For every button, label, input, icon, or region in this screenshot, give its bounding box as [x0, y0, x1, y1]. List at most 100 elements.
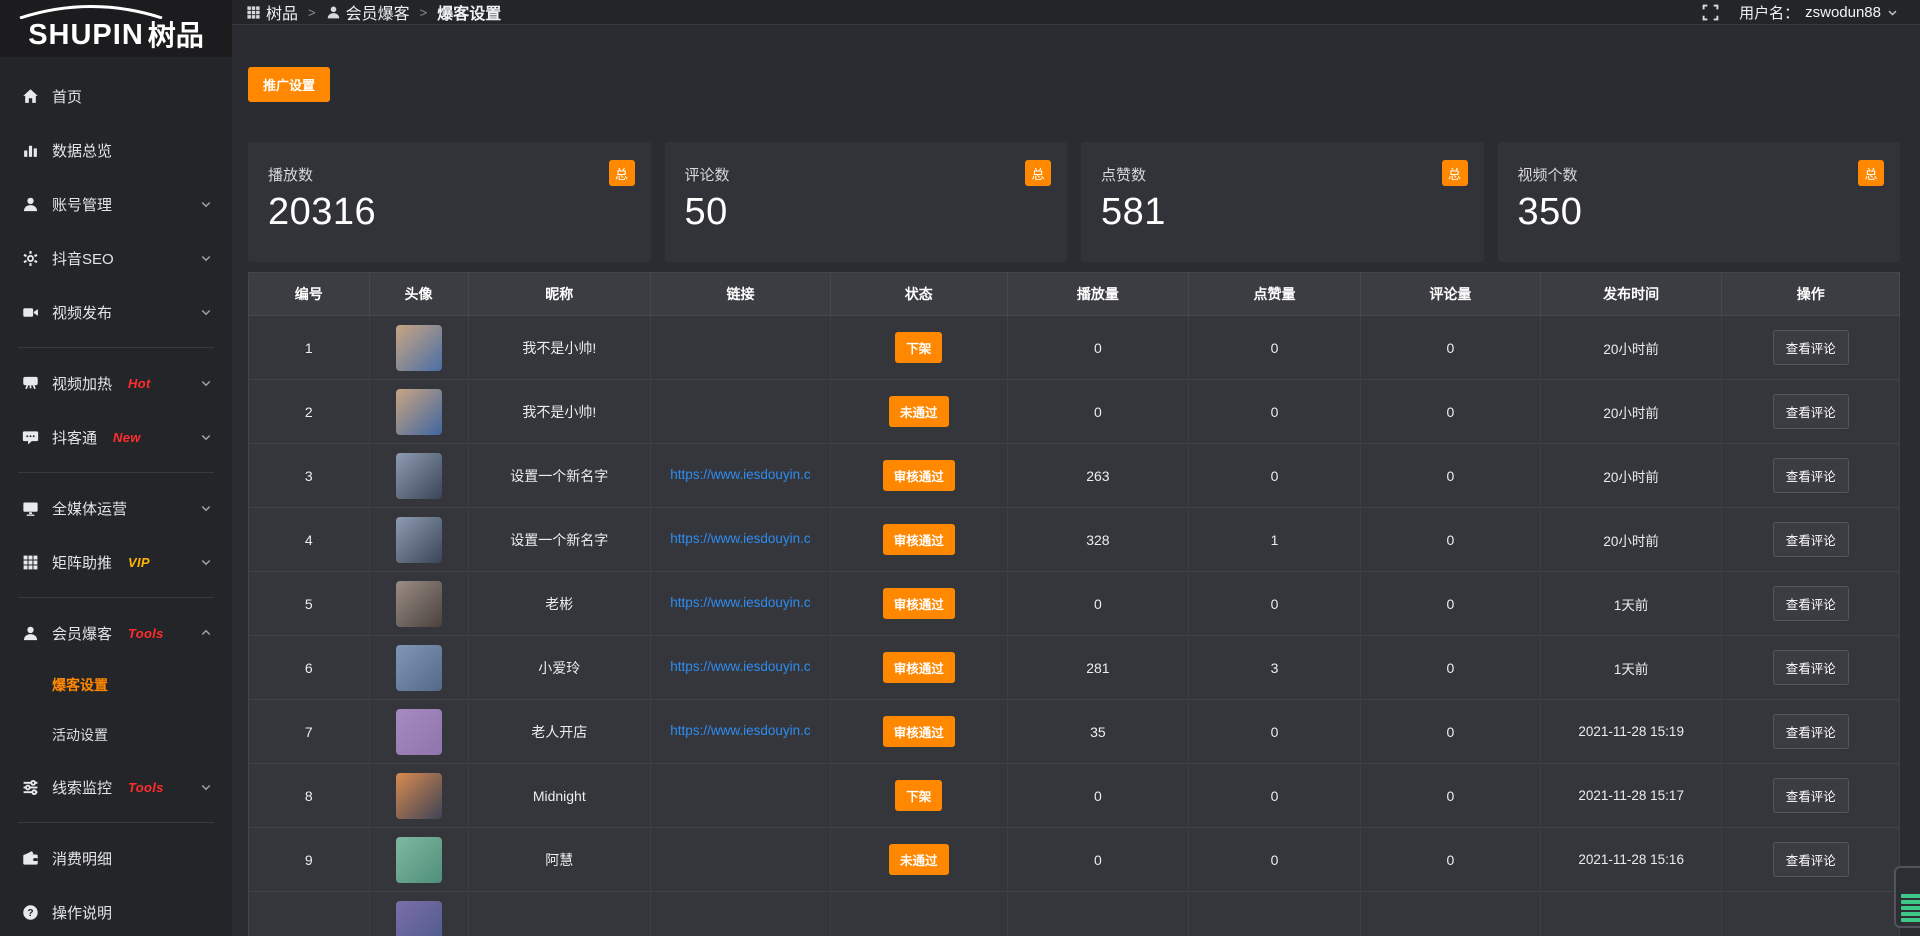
- cell-publish-time: 20小时前: [1540, 316, 1722, 380]
- stat-total-badge: 总: [1858, 160, 1884, 186]
- cell-comments: 0: [1360, 316, 1540, 380]
- cell-link: [650, 316, 830, 380]
- view-comments-button[interactable]: 查看评论: [1773, 522, 1849, 557]
- cell-publish-time: 2021-11-28 15:17: [1540, 764, 1722, 828]
- chevron-down-icon: [1887, 7, 1898, 18]
- column-header: 编号: [249, 273, 370, 316]
- sidebar-item-10[interactable]: 矩阵助推 VIP: [0, 535, 232, 589]
- promo-settings-button[interactable]: 推广设置: [248, 67, 330, 102]
- menu-divider: [18, 822, 214, 823]
- status-badge: 下架: [895, 332, 942, 363]
- sidebar-item-16[interactable]: ? 操作说明: [0, 885, 232, 936]
- cell-link: [650, 380, 830, 444]
- sidebar-item-9[interactable]: 全媒体运营: [0, 481, 232, 535]
- sidebar-subitem-label: 爆客设置: [52, 675, 108, 695]
- cell-comments: 0: [1360, 764, 1540, 828]
- sidebar-item-12[interactable]: 会员爆客 Tools: [0, 606, 232, 660]
- view-comments-button[interactable]: 查看评论: [1773, 650, 1849, 685]
- chevron-down-icon: [200, 377, 212, 389]
- cell-action: [1722, 892, 1900, 936]
- battery-bar: [1901, 900, 1920, 904]
- cell-action: 查看评论: [1722, 700, 1900, 764]
- sidebar-item-1[interactable]: 数据总览: [0, 123, 232, 177]
- logo-text-en: SHUPIN: [28, 21, 144, 50]
- cell-publish-time: 20小时前: [1540, 380, 1722, 444]
- stat-total-badge: 总: [609, 160, 635, 186]
- cell-status: 审核通过: [830, 572, 1007, 636]
- cell-status: 审核通过: [830, 508, 1007, 572]
- svg-text:?: ?: [27, 908, 33, 919]
- sidebar-subitem-label: 活动设置: [52, 725, 108, 745]
- cell-nickname: 老人开店: [468, 700, 650, 764]
- sidebar-item-tag: New: [113, 430, 141, 445]
- view-comments-button[interactable]: 查看评论: [1773, 458, 1849, 493]
- cell-link: [650, 764, 830, 828]
- battery-bar: [1901, 918, 1920, 922]
- status-badge: 未通过: [889, 396, 949, 427]
- projector-icon: [22, 375, 39, 392]
- table-row: 1 我不是小帅! 下架 0 0 0 20小时前 查看评论: [249, 316, 1900, 380]
- view-comments-button[interactable]: 查看评论: [1773, 842, 1849, 877]
- breadcrumb: 树品 > 会员爆客 > 爆客设置: [246, 0, 501, 24]
- brand-logo[interactable]: SHUPIN 树品: [0, 0, 232, 57]
- cell-nickname: 小爱玲: [468, 636, 650, 700]
- video-link[interactable]: https://www.iesdouyin.c: [670, 595, 810, 610]
- sidebar-item-15[interactable]: 消费明细: [0, 831, 232, 885]
- breadcrumb-item-home[interactable]: 树品: [246, 0, 298, 24]
- sidebar-item-4[interactable]: 视频发布: [0, 285, 232, 339]
- menu-divider: [18, 347, 214, 348]
- cell-status: 下架: [830, 764, 1007, 828]
- cell-publish-time: 1天前: [1540, 572, 1722, 636]
- cell-avatar: [369, 380, 468, 444]
- video-link[interactable]: https://www.iesdouyin.c: [670, 723, 810, 738]
- cell-avatar: [369, 508, 468, 572]
- view-comments-button[interactable]: 查看评论: [1773, 586, 1849, 621]
- sidebar-subitem-0[interactable]: 爆客设置: [0, 660, 232, 710]
- video-link[interactable]: https://www.iesdouyin.c: [670, 531, 810, 546]
- cell-status: 审核通过: [830, 700, 1007, 764]
- view-comments-button[interactable]: 查看评论: [1773, 394, 1849, 429]
- cell-avatar: [369, 444, 468, 508]
- breadcrumb-item-member[interactable]: 会员爆客: [326, 0, 410, 24]
- breadcrumb-separator: >: [308, 5, 316, 20]
- battery-indicator-widget[interactable]: [1894, 866, 1920, 928]
- table-header-row: 编号头像昵称链接状态播放量点赞量评论量发布时间操作: [249, 273, 1900, 316]
- chevron-down-icon: [200, 781, 212, 793]
- breadcrumb-label: 树品: [266, 0, 298, 24]
- view-comments-button[interactable]: 查看评论: [1773, 778, 1849, 813]
- sidebar-subitem-1[interactable]: 活动设置: [0, 710, 232, 760]
- cell-comments: 0: [1360, 380, 1540, 444]
- cell-nickname: 设置一个新名字: [468, 444, 650, 508]
- avatar: [396, 773, 442, 819]
- sidebar-item-label: 操作说明: [52, 902, 112, 923]
- sidebar-item-label: 首页: [52, 86, 82, 107]
- video-link[interactable]: https://www.iesdouyin.c: [670, 467, 810, 482]
- view-comments-button[interactable]: 查看评论: [1773, 714, 1849, 749]
- sidebar-item-6[interactable]: 视频加热 Hot: [0, 356, 232, 410]
- sidebar-item-label: 会员爆客: [52, 623, 112, 644]
- sidebar-item-0[interactable]: 首页: [0, 69, 232, 123]
- cell-no: 6: [249, 636, 370, 700]
- sidebar-item-2[interactable]: 账号管理: [0, 177, 232, 231]
- avatar: [396, 581, 442, 627]
- sidebar-item-7[interactable]: 抖客通 New: [0, 410, 232, 464]
- cell-plays: 0: [1007, 572, 1189, 636]
- cell-publish-time: 20小时前: [1540, 444, 1722, 508]
- cell-comments: [1360, 892, 1540, 936]
- avatar: [396, 709, 442, 755]
- sidebar-item-3[interactable]: 抖音SEO: [0, 231, 232, 285]
- cell-comments: 0: [1360, 444, 1540, 508]
- sidebar-item-label: 视频发布: [52, 302, 112, 323]
- cell-no: [249, 892, 370, 936]
- stat-value: 20316: [268, 191, 633, 234]
- sidebar-item-13[interactable]: 线索监控 Tools: [0, 760, 232, 814]
- user-menu[interactable]: 用户名：zswodun88: [1739, 2, 1898, 23]
- stat-total-badge: 总: [1025, 160, 1051, 186]
- cell-likes: 0: [1189, 444, 1361, 508]
- fullscreen-icon[interactable]: [1702, 4, 1719, 21]
- grid-icon: [22, 554, 39, 571]
- view-comments-button[interactable]: 查看评论: [1773, 330, 1849, 365]
- video-link[interactable]: https://www.iesdouyin.c: [670, 659, 810, 674]
- cell-nickname: 阿慧: [468, 828, 650, 892]
- chevron-down-icon: [200, 252, 212, 264]
